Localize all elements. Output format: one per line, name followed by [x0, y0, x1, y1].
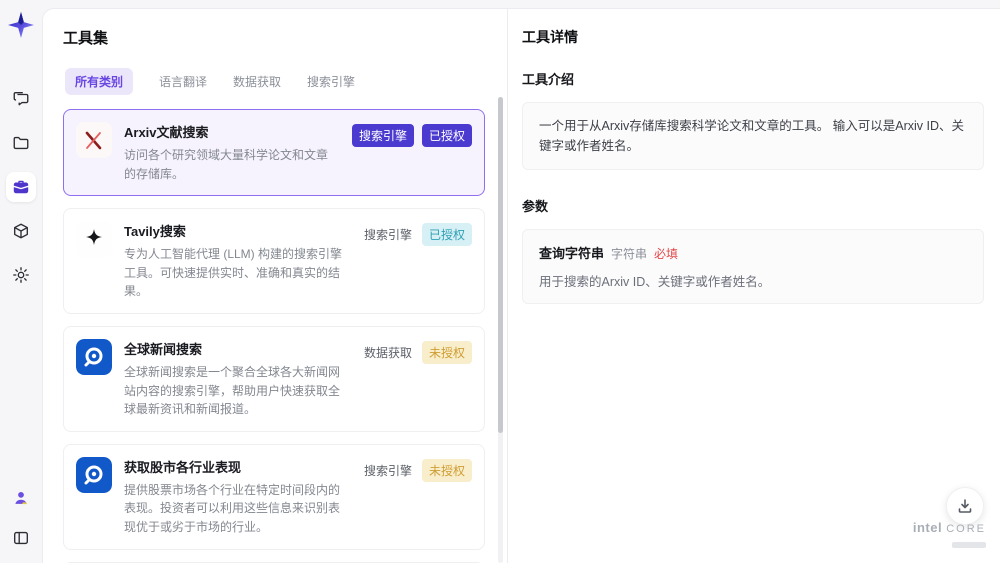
- tool-description: 全球新闻搜索是一个聚合全球各大新闻网站内容的搜索引擎，帮助用户快速获取全球最新资…: [124, 364, 341, 417]
- category-badge: 搜索引擎: [363, 228, 412, 243]
- download-icon: [958, 499, 972, 513]
- category-badge: 搜索引擎: [363, 463, 412, 478]
- tools-list-panel: 工具集 所有类别 语言翻译 数据获取 搜索引擎 Arxiv文献搜索 访问各个研究领域大…: [43, 9, 508, 563]
- category-badge: 数据获取: [363, 345, 412, 360]
- category-tab[interactable]: 搜索引擎: [307, 68, 355, 95]
- intel-core-logo: intel core: [912, 520, 986, 553]
- sidebar-nav: [6, 84, 36, 290]
- tool-detail-panel: 工具详情 工具介绍 一个用于从Arxiv存储库搜索科学论文和文章的工具。 输入可…: [508, 9, 1000, 563]
- tool-name: Tavily搜索: [124, 224, 186, 240]
- parameter-description: 用于搜索的Arxiv ID、关键字或作者姓名。: [539, 275, 771, 289]
- app-window: 工具集 所有类别 语言翻译 数据获取 搜索引擎 Arxiv文献搜索 访问各个研究领域大…: [0, 0, 1000, 563]
- list-scrollbar[interactable]: [498, 97, 503, 563]
- required-badge: 必填: [654, 247, 679, 261]
- tool-description: 专为人工智能代理 (LLM) 构建的搜索引擎工具。可快速提供实时、准确和真实的结…: [124, 247, 343, 299]
- params-list: 查询字符串 字符串 必填 用于搜索的Arxiv ID、关键字或作者姓名。: [522, 229, 984, 304]
- category-tabs: 所有类别 语言翻译 数据获取 搜索引擎: [65, 68, 485, 95]
- toolbox-icon: [12, 178, 30, 196]
- left-sidebar: [0, 0, 42, 563]
- tool-list-item[interactable]: Tavily搜索 专为人工智能代理 (LLM) 构建的搜索引擎工具。可快速提供实…: [63, 208, 485, 314]
- tool-list-item[interactable]: 全球新闻搜索 全球新闻搜索是一个聚合全球各大新闻网站内容的搜索引擎，帮助用户快速…: [63, 325, 485, 432]
- page-title: 工具集: [63, 30, 109, 47]
- params-heading: 参数: [522, 199, 549, 214]
- intel-ultra-mark: [952, 542, 986, 549]
- folder-icon: [12, 134, 30, 152]
- category-badge: 搜索引擎: [351, 124, 414, 147]
- category-tab[interactable]: 语言翻译: [159, 68, 207, 95]
- tool-description: 提供股票市场各个行业在特定时间段内的表现。投资者可以利用这些信息来识别表现优于或…: [124, 482, 341, 534]
- tool-name: Arxiv文献搜索: [124, 125, 209, 140]
- arxiv-icon: [76, 122, 112, 158]
- tool-list: Arxiv文献搜索 访问各个研究领域大量科学论文和文章的存储库。 搜索引擎 已授…: [63, 109, 485, 563]
- blue-search-icon: [76, 338, 112, 375]
- intro-heading: 工具介绍: [522, 72, 575, 87]
- parameter-type: 字符串: [611, 247, 648, 261]
- category-tab[interactable]: 所有类别: [65, 68, 134, 95]
- panel-toggle-icon: [12, 529, 30, 547]
- app-logo: [8, 12, 34, 38]
- tool-name: 获取股市各行业表现: [124, 459, 242, 475]
- tavily-star-icon: [76, 221, 112, 258]
- tool-list-item[interactable]: 获取股市各行业表现 提供股票市场各个行业在特定时间段内的表现。投资者可以利用这些…: [63, 443, 485, 550]
- parameter-card: 查询字符串 字符串 必填 用于搜索的Arxiv ID、关键字或作者姓名。: [522, 229, 984, 304]
- parameter-name: 查询字符串: [539, 246, 605, 261]
- detail-title: 工具详情: [522, 29, 578, 45]
- auth-status-badge: 未授权: [421, 340, 472, 364]
- cube-icon: [12, 222, 30, 240]
- download-button[interactable]: [946, 487, 984, 525]
- intel-text: intel: [912, 520, 943, 536]
- auth-status-badge: 已授权: [421, 223, 472, 247]
- blue-search-icon: [76, 456, 112, 493]
- sidebar-bottom: [6, 483, 36, 553]
- category-tab[interactable]: 数据获取: [233, 68, 281, 95]
- tool-name: 全球新闻搜索: [124, 341, 203, 357]
- tool-list-item[interactable]: Arxiv文献搜索 访问各个研究领域大量科学论文和文章的存储库。 搜索引擎 已授…: [63, 109, 485, 197]
- auth-status-badge: 已授权: [421, 124, 472, 147]
- auth-status-badge: 未授权: [421, 458, 472, 482]
- user-avatar-icon: [12, 489, 30, 507]
- gear-icon: [12, 266, 30, 284]
- intro-card: 一个用于从Arxiv存储库搜索科学论文和文章的工具。 输入可以是Arxiv ID…: [522, 102, 984, 170]
- chat-icon: [12, 90, 30, 108]
- content-shell: 工具集 所有类别 语言翻译 数据获取 搜索引擎 Arxiv文献搜索 访问各个研究领域大…: [42, 8, 1000, 563]
- core-text: core: [946, 523, 986, 536]
- tool-description: 访问各个研究领域大量科学论文和文章的存储库。: [124, 148, 329, 181]
- scrollbar-thumb[interactable]: [498, 97, 503, 433]
